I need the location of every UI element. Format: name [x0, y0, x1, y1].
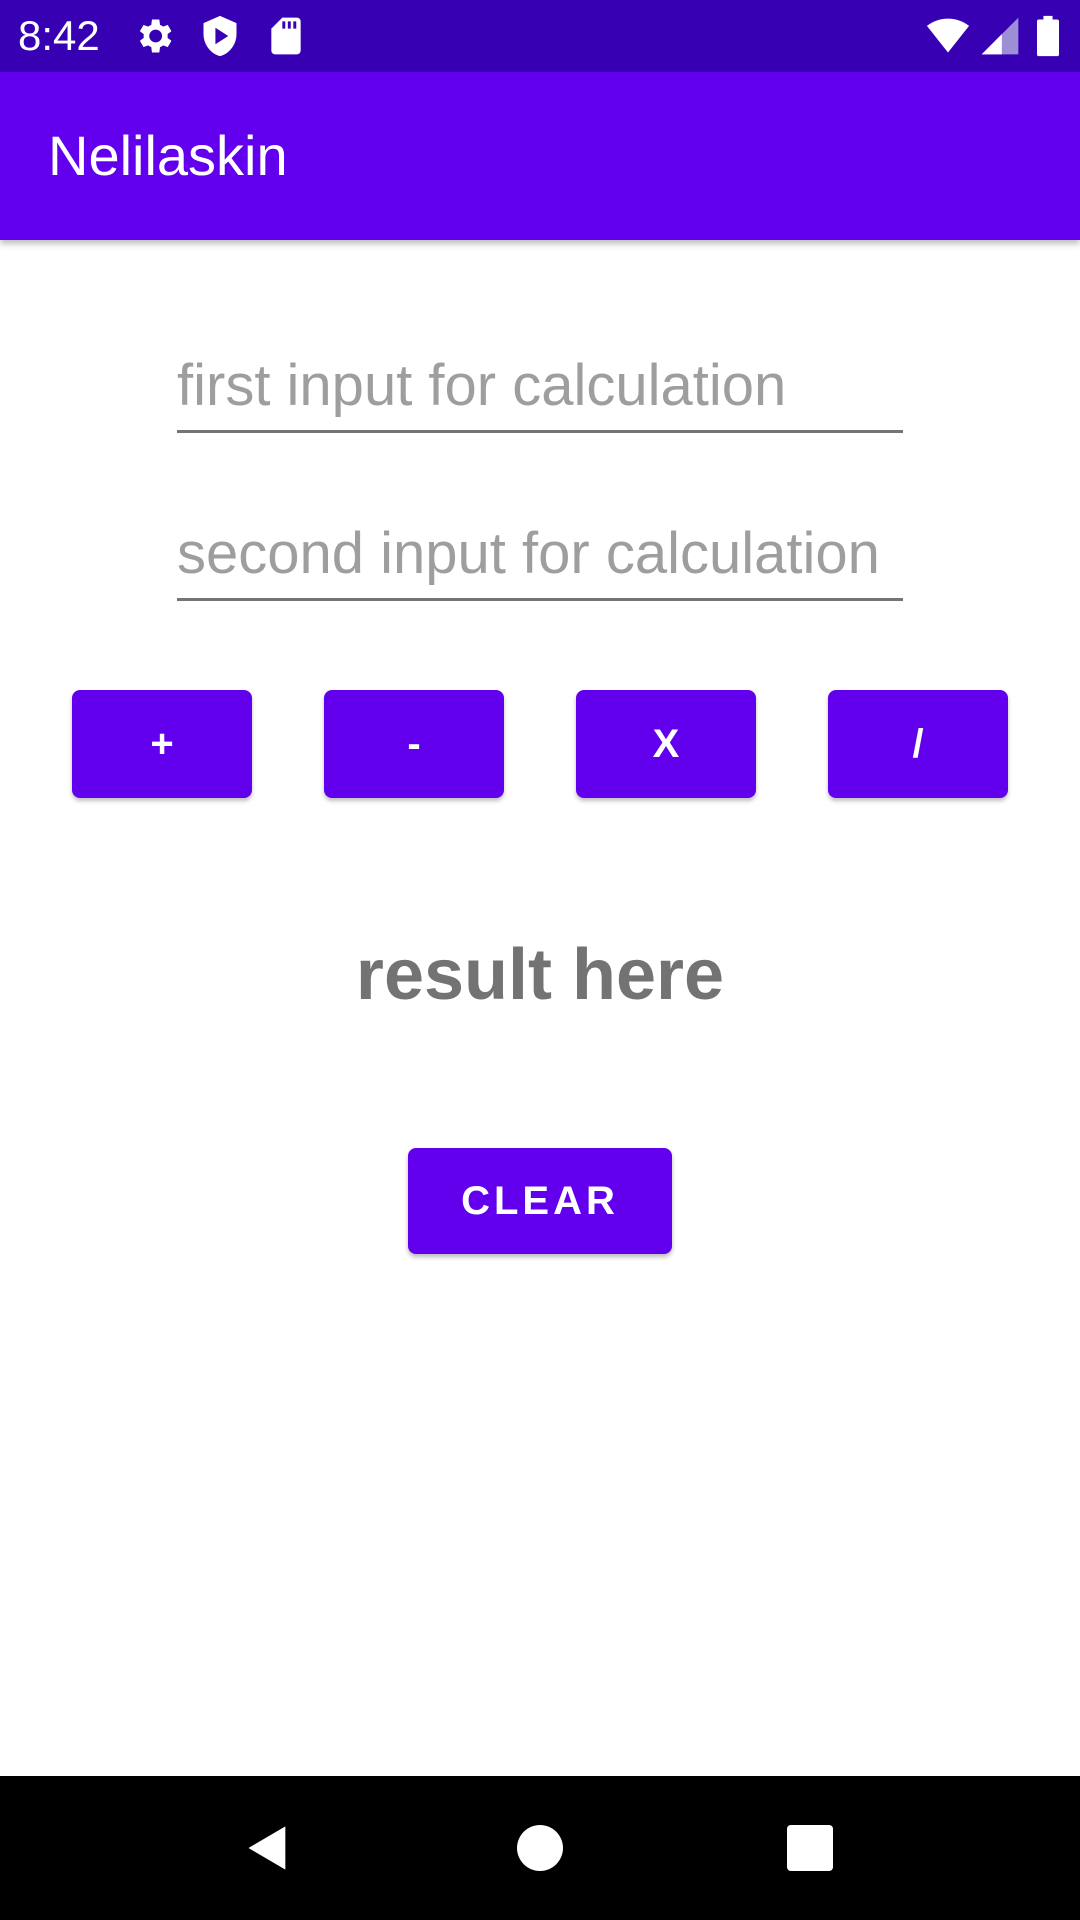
- screen: 8:42 Nelilaskin + - X / result: [0, 0, 1080, 1920]
- navigation-bar: [0, 1776, 1080, 1920]
- shield-play-icon: [198, 14, 242, 58]
- gear-icon: [132, 14, 176, 58]
- recents-icon[interactable]: [760, 1798, 860, 1898]
- status-time: 8:42: [18, 12, 100, 59]
- subtract-button[interactable]: -: [324, 690, 504, 798]
- battery-icon: [1030, 14, 1066, 58]
- second-input[interactable]: [177, 508, 903, 598]
- status-bar: 8:42: [0, 0, 1080, 72]
- app-bar: Nelilaskin: [0, 72, 1080, 240]
- first-input[interactable]: [177, 340, 903, 430]
- app-title: Nelilaskin: [48, 124, 288, 187]
- multiply-button[interactable]: X: [576, 690, 756, 798]
- first-input-field[interactable]: [177, 340, 903, 433]
- divide-button[interactable]: /: [828, 690, 1008, 798]
- wifi-icon: [922, 14, 974, 58]
- add-button[interactable]: +: [72, 690, 252, 798]
- second-input-field[interactable]: [177, 508, 903, 601]
- back-icon[interactable]: [218, 1798, 318, 1898]
- clear-button[interactable]: CLEAR: [408, 1148, 672, 1254]
- home-icon[interactable]: [490, 1798, 590, 1898]
- sd-card-icon: [264, 14, 308, 58]
- result-text: result here: [355, 935, 725, 1015]
- cellular-signal-icon: [978, 14, 1022, 58]
